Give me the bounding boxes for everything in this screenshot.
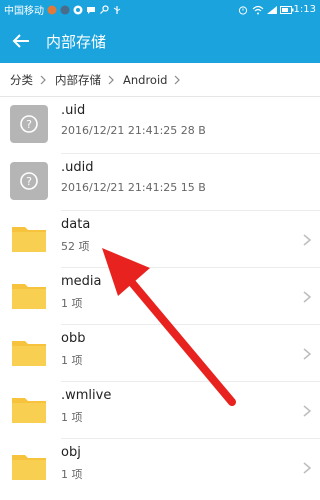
breadcrumb-item-category[interactable]: 分类 xyxy=(10,72,55,88)
wifi-icon xyxy=(252,5,263,15)
folder-item-count: 1 项 xyxy=(61,468,83,481)
alarm-icon xyxy=(238,5,248,15)
list-item[interactable]: .wmlive 1 项 xyxy=(0,382,320,439)
file-meta: 2016/12/21 21:41:25 28 B xyxy=(61,124,206,137)
list-item[interactable]: obj 1 项 xyxy=(0,439,320,496)
file-meta: 2016/12/21 21:41:25 15 B xyxy=(61,181,206,194)
folder-name: media xyxy=(61,274,102,289)
file-name: .uid xyxy=(61,103,86,118)
chevron-right-icon xyxy=(303,462,312,474)
unknown-file-icon: ? xyxy=(10,105,48,143)
key-icon xyxy=(99,4,109,15)
list-item[interactable]: media 1 项 xyxy=(0,268,320,325)
svg-text:?: ? xyxy=(26,118,32,131)
app-notification-icon-3 xyxy=(73,5,83,15)
folder-icon xyxy=(12,284,46,309)
app-notification-icon-2 xyxy=(60,5,70,15)
page-title: 内部存储 xyxy=(46,32,107,51)
chevron-right-icon xyxy=(303,405,312,417)
chevron-right-icon xyxy=(40,75,46,85)
signal-icon xyxy=(266,5,277,15)
app-bar: 内部存储 xyxy=(0,19,320,63)
folder-icon xyxy=(12,398,46,423)
chevron-right-icon xyxy=(175,75,181,85)
usb-icon xyxy=(112,5,122,15)
message-icon xyxy=(86,5,96,15)
list-item[interactable]: data 52 项 xyxy=(0,211,320,268)
chevron-right-icon xyxy=(303,348,312,360)
folder-icon xyxy=(12,227,46,252)
folder-item-count: 52 项 xyxy=(61,240,90,253)
file-name: .udid xyxy=(61,160,94,175)
list-item[interactable]: ? .udid 2016/12/21 21:41:25 15 B xyxy=(0,154,320,211)
folder-item-count: 1 项 xyxy=(61,354,83,367)
breadcrumb-item-android[interactable]: Android xyxy=(123,73,189,87)
folder-item-count: 1 项 xyxy=(61,297,83,310)
app-notification-icon xyxy=(47,5,57,15)
chevron-right-icon xyxy=(303,234,312,246)
breadcrumb-item-internal-storage[interactable]: 内部存储 xyxy=(55,72,123,88)
back-button[interactable] xyxy=(0,19,42,63)
chevron-right-icon xyxy=(108,75,114,85)
chevron-right-icon xyxy=(303,291,312,303)
folder-name: .wmlive xyxy=(61,388,112,403)
folder-name: data xyxy=(61,217,91,232)
unknown-file-icon: ? xyxy=(10,162,48,200)
list-item[interactable]: obb 1 项 xyxy=(0,325,320,382)
clock: 1:13 xyxy=(293,4,316,15)
list-item[interactable]: ? .uid 2016/12/21 21:41:25 28 B xyxy=(0,97,320,154)
folder-item-count: 1 项 xyxy=(61,411,83,424)
file-list: ? .uid 2016/12/21 21:41:25 28 B ? .udid … xyxy=(0,97,320,496)
status-bar: 中国移动 1:13 xyxy=(0,0,320,19)
breadcrumb: 分类 内部存储 Android xyxy=(0,63,320,97)
folder-name: obb xyxy=(61,331,86,346)
folder-icon xyxy=(12,455,46,480)
back-arrow-icon xyxy=(12,34,29,48)
folder-name: obj xyxy=(61,445,81,460)
folder-icon xyxy=(12,341,46,366)
carrier-label: 中国移动 xyxy=(4,6,44,17)
svg-text:?: ? xyxy=(26,175,32,188)
battery-icon xyxy=(279,5,294,15)
